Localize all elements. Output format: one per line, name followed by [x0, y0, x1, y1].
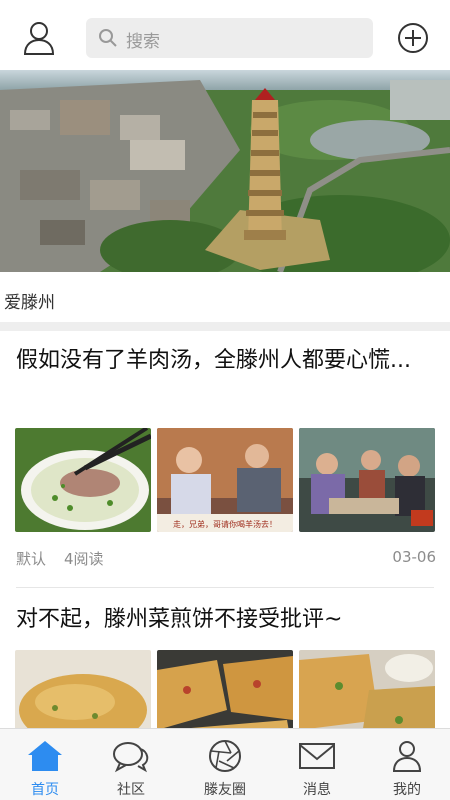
home-icon: [28, 741, 62, 771]
tab-label: 消息: [303, 782, 331, 798]
mail-icon: [299, 743, 335, 769]
pancake-photo: [157, 650, 293, 728]
article-meta: 默认 4阅读 03-06: [16, 548, 436, 568]
article-card[interactable]: 假如没有了羊肉汤，全滕州人都要心慌... 走，兄弟，哥请你喝羊汤去！ 默认 4阅…: [0, 331, 450, 586]
search-input[interactable]: 搜索: [86, 18, 373, 58]
article-title: 假如没有了羊肉汤，全滕州人都要心慌...: [16, 348, 411, 373]
search-icon: [99, 29, 117, 47]
lamb-soup-photo: [15, 428, 151, 532]
profile-icon[interactable]: [22, 20, 56, 56]
tab-label: 滕友圈: [204, 782, 246, 798]
article-date: 03-06: [392, 548, 436, 566]
tab-mine[interactable]: 我的: [362, 729, 450, 800]
article-thumbnails: 走，兄弟，哥请你喝羊汤去！: [15, 428, 435, 532]
dining-tv-photo: [299, 428, 435, 532]
person-icon: [392, 741, 422, 772]
article-read-count: 4阅读: [64, 550, 104, 568]
tab-label: 我的: [393, 782, 421, 798]
article-source: 默认: [16, 550, 47, 568]
pancake-photo: [299, 650, 435, 728]
tab-label: 社区: [117, 782, 145, 798]
tv-show-photo: 走，兄弟，哥请你喝羊汤去！: [157, 428, 293, 532]
bottom-tab-bar: 首页 社区 滕友圈 消息 我的: [0, 728, 450, 800]
tab-label: 首页: [31, 782, 59, 798]
article-thumbnails: [15, 650, 435, 728]
section-divider: [0, 322, 450, 331]
article-title: 对不起，滕州菜煎饼不接受批评~: [16, 607, 343, 632]
tab-messages[interactable]: 消息: [272, 729, 362, 800]
chat-icon: [113, 742, 149, 773]
pancake-photo: [15, 650, 151, 728]
tv-show-overlay-text: 走，兄弟，哥请你喝羊汤去！: [173, 519, 277, 529]
pagoda-aerial-photo: [0, 70, 450, 272]
article-card[interactable]: 对不起，滕州菜煎饼不接受批评~: [0, 588, 450, 728]
tab-community[interactable]: 社区: [86, 729, 176, 800]
hero-banner[interactable]: [0, 70, 450, 272]
search-placeholder: 搜索: [126, 32, 160, 52]
plus-icon: [398, 23, 428, 53]
hero-caption-bar[interactable]: 爱滕州: [0, 272, 450, 324]
top-bar: 搜索: [0, 0, 450, 70]
aperture-icon: [209, 740, 241, 772]
tab-home[interactable]: 首页: [0, 729, 90, 800]
hero-caption: 爱滕州: [4, 293, 55, 313]
tab-moments[interactable]: 滕友圈: [180, 729, 270, 800]
add-button[interactable]: [397, 22, 429, 54]
